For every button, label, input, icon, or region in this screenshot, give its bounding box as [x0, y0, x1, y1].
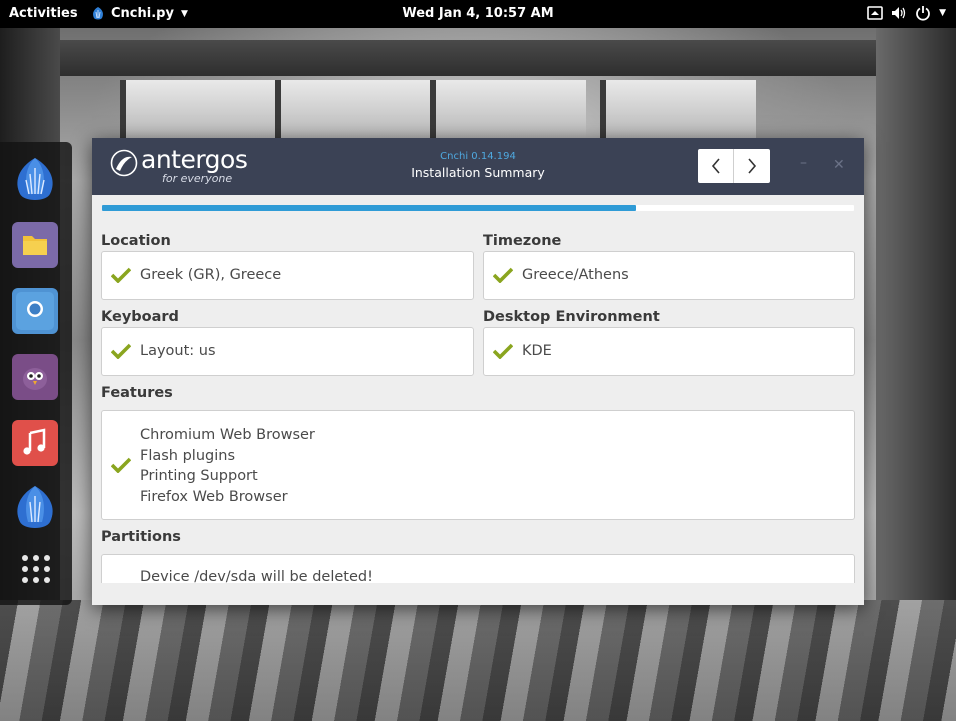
wallpaper-window	[430, 80, 586, 140]
desktop-environment-value: KDE	[522, 343, 552, 359]
dock	[0, 142, 72, 605]
window-header: antergos for everyone Cnchi 0.14.194 Ins…	[92, 138, 864, 195]
chevron-left-icon	[711, 158, 720, 174]
location-label: Location	[101, 233, 171, 249]
wallpaper-floor	[0, 600, 956, 721]
install-progress-fill	[102, 205, 636, 211]
partitions-box: Device /dev/sda will be deleted!	[101, 554, 855, 583]
features-box: Chromium Web Browser Flash plugins Print…	[101, 410, 855, 520]
checkmark-icon	[493, 267, 513, 283]
back-button[interactable]	[698, 149, 733, 183]
features-list: Chromium Web Browser Flash plugins Print…	[140, 425, 315, 508]
app-grid-icon[interactable]	[22, 555, 50, 583]
list-item: Flash plugins	[140, 447, 236, 464]
wallpaper-window	[600, 80, 756, 140]
antergos-icon	[17, 158, 53, 200]
installer-window: antergos for everyone Cnchi 0.14.194 Ins…	[92, 138, 864, 605]
dock-item-antergos[interactable]	[12, 156, 58, 202]
list-item: Firefox Web Browser	[140, 489, 288, 506]
dock-item-browser[interactable]	[12, 288, 58, 334]
window-footer	[92, 583, 864, 605]
minimize-button[interactable]: –	[800, 155, 807, 171]
volume-icon	[892, 7, 906, 19]
browser-icon	[16, 292, 54, 330]
keyboard-value: Layout: us	[140, 343, 216, 359]
partitions-value: Device /dev/sda will be deleted!	[140, 569, 373, 583]
navigation-buttons	[698, 149, 770, 183]
partitions-label: Partitions	[101, 529, 181, 545]
forward-button[interactable]	[733, 149, 769, 183]
dock-item-pidgin[interactable]	[12, 354, 58, 400]
desktop-environment-label: Desktop Environment	[483, 309, 660, 325]
wallpaper-window	[120, 80, 276, 140]
timezone-label: Timezone	[483, 233, 562, 249]
system-status-menu[interactable]: ▼	[867, 5, 946, 21]
checkmark-icon	[111, 343, 131, 359]
close-button[interactable]: ✕	[833, 157, 845, 173]
summary-content[interactable]: Location Greek (GR), Greece Timezone Gre…	[92, 218, 864, 583]
activities-button[interactable]: Activities	[9, 6, 78, 21]
checkmark-icon	[111, 457, 131, 473]
screen-icon	[867, 6, 883, 20]
location-value: Greek (GR), Greece	[140, 267, 282, 283]
wallpaper-beam	[60, 40, 880, 76]
keyboard-label: Keyboard	[101, 309, 179, 325]
chevron-right-icon	[747, 158, 756, 174]
app-name: Cnchi.py	[111, 6, 174, 21]
install-progress-bar	[102, 205, 854, 211]
timezone-box: Greece/Athens	[483, 251, 855, 300]
list-item: Chromium Web Browser	[140, 427, 315, 443]
files-icon	[23, 236, 47, 255]
dock-item-cnchi[interactable]	[12, 484, 58, 530]
dock-item-files[interactable]	[12, 222, 58, 268]
clock-button[interactable]: Wed Jan 4, 10:57 AM	[402, 6, 553, 21]
list-item: Printing Support	[140, 468, 258, 485]
timezone-value: Greece/Athens	[522, 267, 629, 283]
power-icon	[916, 6, 930, 21]
pidgin-icon	[23, 368, 47, 390]
top-bar: Activities Cnchi.py ▼ Wed Jan 4, 10:57 A…	[0, 0, 956, 28]
wallpaper-window	[275, 80, 431, 140]
app-menu-button[interactable]: Cnchi.py ▼	[92, 6, 188, 21]
chevron-down-icon: ▼	[180, 8, 188, 19]
checkmark-icon	[493, 343, 513, 359]
features-label: Features	[101, 385, 173, 401]
chevron-down-icon: ▼	[939, 8, 946, 18]
location-box: Greek (GR), Greece	[101, 251, 474, 300]
desktop-environment-box: KDE	[483, 327, 855, 376]
keyboard-box: Layout: us	[101, 327, 474, 376]
music-icon	[23, 428, 46, 455]
checkmark-icon	[111, 267, 131, 283]
dock-item-music[interactable]	[12, 420, 58, 466]
cnchi-icon	[17, 486, 53, 528]
cnchi-app-icon	[93, 6, 103, 19]
